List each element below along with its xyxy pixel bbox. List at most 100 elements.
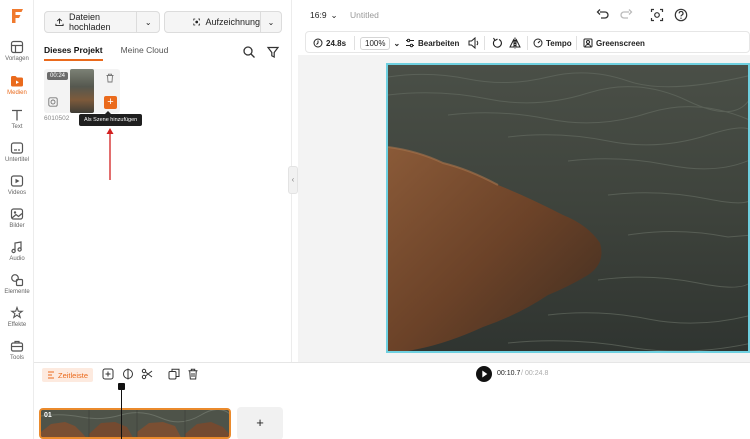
divider	[527, 36, 528, 50]
record-label: Aufzeichnung	[205, 17, 260, 27]
duration-badge: 00:24	[47, 72, 69, 80]
top-bar: 16:9 ⌄ Untitled	[298, 0, 750, 30]
zoom-value: 100%	[360, 36, 391, 50]
filter-icon[interactable]	[266, 45, 280, 59]
rail-item-vorlagen[interactable]: Vorlagen	[0, 40, 34, 72]
timeline-clip[interactable]: 01	[39, 408, 231, 439]
rail-item-text[interactable]: Text	[0, 108, 34, 140]
add-as-scene-button[interactable]: +	[104, 96, 117, 109]
playhead-handle[interactable]	[118, 383, 125, 390]
split-icon[interactable]	[122, 368, 134, 380]
audio-icon	[11, 241, 22, 254]
sliders-icon	[406, 38, 414, 48]
chevron-down-icon: ⌄	[330, 10, 338, 20]
rail-item-medien[interactable]: Medien	[0, 74, 34, 106]
image-icon	[10, 208, 24, 220]
edit-label: Bearbeiten	[418, 38, 460, 48]
tempo-tool[interactable]: Tempo	[533, 36, 572, 50]
redo-icon[interactable]	[619, 8, 633, 22]
video-frame	[388, 65, 748, 351]
record-main[interactable]: Aufzeichnung	[165, 12, 261, 32]
timeline-panel: Zeitleiste 00:10.7 / 00:24.8 01 +	[34, 362, 750, 439]
playhead[interactable]	[121, 383, 122, 439]
rail-label: Videos	[7, 190, 27, 196]
tempo-label: Tempo	[546, 38, 572, 48]
record-dropdown-icon[interactable]: ⌄	[261, 18, 281, 27]
rail-item-effekte[interactable]: Effekte	[0, 306, 34, 338]
upload-main[interactable]: Dateien hochladen	[45, 12, 138, 32]
help-icon[interactable]	[674, 8, 688, 22]
volume-icon[interactable]	[468, 36, 479, 50]
left-rail: Vorlagen Medien Text Untertitel Videos B…	[0, 0, 34, 439]
rail-label: Elemente	[4, 289, 30, 295]
collapse-panel-button[interactable]: ‹	[288, 166, 298, 194]
elements-icon	[11, 274, 24, 287]
rail-label: Vorlagen	[5, 56, 29, 62]
greenscreen-tool[interactable]: Greenscreen	[583, 36, 645, 50]
screenshot-icon[interactable]	[650, 8, 664, 22]
duration-value: 24.8s	[326, 38, 347, 48]
flip-icon[interactable]	[509, 36, 521, 50]
aspect-ratio-value: 16:9	[310, 10, 327, 20]
greenscreen-icon	[583, 38, 593, 48]
media-panel: Dateien hochladen ⌄ Aufzeichnung ⌄ Diese…	[34, 0, 292, 362]
delete-icon[interactable]	[187, 368, 199, 380]
rail-label: Audio	[9, 256, 25, 262]
video-icon	[10, 175, 24, 187]
tools-icon	[10, 340, 24, 352]
rotate-icon[interactable]	[492, 36, 503, 50]
media-tabs: Dieses Projekt Meine Cloud	[44, 45, 168, 61]
rail-item-elemente[interactable]: Elemente	[0, 273, 34, 305]
timer-icon	[313, 38, 323, 48]
media-item[interactable]: 00:24 +	[44, 69, 120, 113]
record-icon	[193, 18, 201, 26]
aspect-ratio-select[interactable]: 16:9 ⌄	[310, 10, 338, 21]
play-icon	[482, 370, 488, 378]
upload-icon	[55, 18, 64, 27]
record-button[interactable]: Aufzeichnung ⌄	[164, 11, 282, 33]
rail-item-audio[interactable]: Audio	[0, 240, 34, 272]
rail-label: Bilder	[9, 223, 25, 229]
rail-item-untertitel[interactable]: Untertitel	[0, 141, 34, 173]
add-scene-tooltip: Als Szene hinzufügen	[79, 111, 143, 126]
scissors-icon[interactable]	[141, 368, 153, 380]
effects-icon	[10, 306, 24, 319]
edit-tool[interactable]: Bearbeiten	[405, 36, 459, 50]
upload-button[interactable]: Dateien hochladen ⌄	[44, 11, 160, 33]
play-button[interactable]	[476, 366, 492, 382]
media-thumbnail[interactable]	[70, 69, 94, 113]
duplicate-icon[interactable]	[168, 368, 180, 380]
timeline-label: Zeitleiste	[58, 370, 89, 380]
timeline-icon	[48, 371, 54, 379]
red-arrow-annotation	[106, 128, 114, 180]
timeline-toggle[interactable]: Zeitleiste	[42, 368, 94, 382]
rail-label: Tools	[9, 355, 24, 361]
tab-meine-cloud[interactable]: Meine Cloud	[121, 45, 169, 61]
filmora-logo[interactable]	[7, 6, 27, 26]
search-icon[interactable]	[242, 45, 256, 59]
rail-item-tools[interactable]: Tools	[0, 339, 34, 371]
rail-item-videos[interactable]: Videos	[0, 174, 34, 206]
media-icon	[11, 76, 23, 87]
speedometer-icon	[533, 38, 543, 48]
add-clip-button[interactable]: +	[237, 407, 283, 439]
template-icon	[10, 40, 24, 54]
duration-tool[interactable]: 24.8s	[313, 36, 346, 50]
media-name: 6010502	[44, 115, 70, 122]
project-title[interactable]: Untitled	[350, 10, 379, 20]
add-scene-icon[interactable]	[102, 368, 114, 380]
clip-frames	[41, 410, 229, 437]
current-time: 00:10.7	[497, 370, 521, 377]
clip-toolbar: 24.8s 100% ⌄ Bearbeiten Tempo Greenscree…	[305, 31, 750, 53]
zoom-select[interactable]: 100% ⌄	[360, 36, 400, 50]
trash-icon[interactable]	[105, 73, 115, 83]
chevron-down-icon: ⌄	[393, 38, 401, 48]
rail-item-bilder[interactable]: Bilder	[0, 207, 34, 239]
replace-icon[interactable]	[48, 97, 58, 107]
tab-dieses-projekt[interactable]: Dieses Projekt	[44, 45, 103, 61]
video-preview[interactable]	[386, 63, 750, 353]
greenscreen-label: Greenscreen	[596, 38, 645, 48]
undo-icon[interactable]	[596, 8, 610, 22]
upload-dropdown-icon[interactable]: ⌄	[137, 18, 159, 27]
clip-index: 01	[44, 412, 52, 419]
